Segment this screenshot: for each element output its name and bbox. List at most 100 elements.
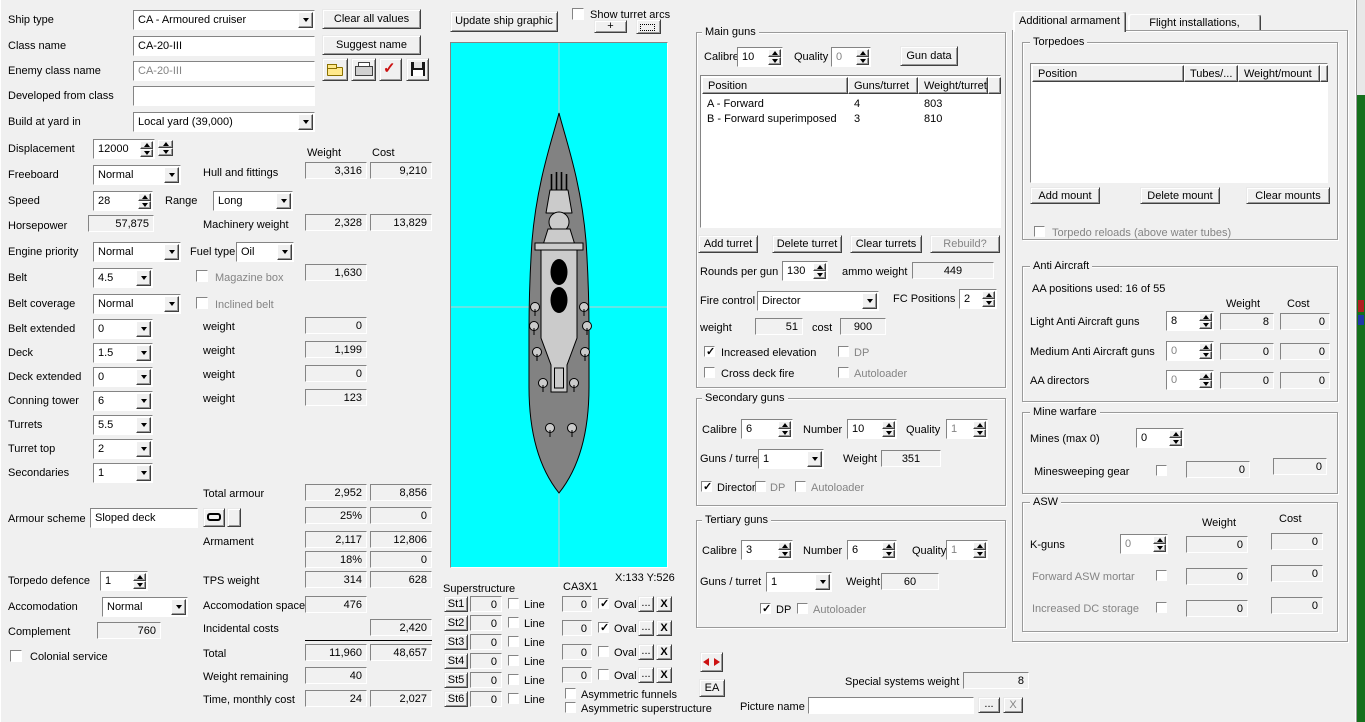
add-mount-button[interactable]: Add mount xyxy=(1030,187,1100,204)
ter-dp-checkbox[interactable] xyxy=(760,603,771,614)
forward-asw-mortar-checkbox[interactable] xyxy=(1156,570,1167,581)
torp-col-position-header[interactable]: Position xyxy=(1032,65,1184,82)
chevron-down-icon[interactable] xyxy=(164,167,179,183)
spin-down-icon[interactable] xyxy=(778,550,791,558)
chevron-down-icon[interactable] xyxy=(136,465,151,481)
sec-director-checkbox[interactable] xyxy=(701,481,712,492)
chevron-down-icon[interactable] xyxy=(136,417,151,433)
light-aa-spinner[interactable]: 8 xyxy=(1166,311,1214,331)
spin-down-icon[interactable] xyxy=(813,271,826,279)
spin-down-icon[interactable] xyxy=(1153,544,1166,552)
kguns-spinner[interactable]: 0 xyxy=(1120,534,1168,554)
oval1-checkbox[interactable] xyxy=(598,598,609,609)
oval3-checkbox[interactable] xyxy=(598,646,609,657)
spin-down-icon[interactable] xyxy=(1199,351,1212,359)
fire-control-combo[interactable]: Director xyxy=(757,291,879,311)
st4-field[interactable]: 0 xyxy=(470,653,502,669)
st3-field[interactable]: 0 xyxy=(470,634,502,650)
oval2-field[interactable]: 0 xyxy=(562,620,592,636)
col-guns-header[interactable]: Guns/turret xyxy=(848,77,918,94)
chevron-down-icon[interactable] xyxy=(136,441,151,457)
st4-button[interactable]: St4 xyxy=(444,653,468,669)
st6-field[interactable]: 0 xyxy=(470,691,502,707)
sec-dp-checkbox[interactable] xyxy=(755,481,766,492)
spin-up-icon[interactable] xyxy=(1153,536,1166,544)
spin-up-icon[interactable] xyxy=(768,49,781,57)
asymmetric-superstructure-checkbox[interactable] xyxy=(565,702,576,713)
displacement-fine-spinner[interactable] xyxy=(158,139,173,159)
st5-line-checkbox[interactable] xyxy=(508,674,519,685)
spin-up-icon[interactable] xyxy=(138,193,151,201)
st1-field[interactable]: 0 xyxy=(470,596,502,612)
oval1-field[interactable]: 0 xyxy=(562,596,592,612)
spin-down-icon[interactable] xyxy=(973,429,986,437)
belt-coverage-combo[interactable]: Normal xyxy=(93,294,181,314)
spin-up-icon[interactable] xyxy=(882,542,895,550)
chevron-down-icon[interactable] xyxy=(171,599,186,615)
oval4-field[interactable]: 0 xyxy=(562,667,592,683)
clear-turrets-button[interactable]: Clear turrets xyxy=(850,235,922,253)
st5-field[interactable]: 0 xyxy=(470,672,502,688)
st2-button[interactable]: St2 xyxy=(444,615,468,631)
turrets-combo[interactable]: 5.5 xyxy=(93,415,153,435)
main-dp-checkbox[interactable] xyxy=(838,346,849,357)
tab-additional-armament[interactable]: Additional armament xyxy=(1013,11,1126,32)
validate-button[interactable]: ✓ xyxy=(379,58,402,81)
picture-clear-button[interactable]: X xyxy=(1003,697,1023,713)
chevron-down-icon[interactable] xyxy=(277,244,292,260)
freeboard-combo[interactable]: Normal xyxy=(93,165,181,185)
chevron-down-icon[interactable] xyxy=(136,369,151,385)
tab-flight-installations[interactable]: Flight installations, missiles xyxy=(1128,14,1261,30)
st5-button[interactable]: St5 xyxy=(444,672,468,688)
range-combo[interactable]: Long xyxy=(213,191,293,211)
belt-combo[interactable]: 4.5 xyxy=(93,268,153,288)
spin-up-icon[interactable] xyxy=(1199,313,1212,321)
torp-col-weight-header[interactable]: Weight/mount xyxy=(1238,65,1320,82)
oval3-browse-button[interactable]: ... xyxy=(638,644,654,660)
spin-up-icon[interactable] xyxy=(133,573,146,581)
developed-from-input[interactable] xyxy=(133,86,315,106)
show-turret-arcs-checkbox[interactable] xyxy=(572,8,584,20)
spin-down-icon[interactable] xyxy=(768,57,781,65)
spin-down-icon[interactable] xyxy=(982,299,995,307)
enemy-class-input[interactable]: CA-20-III xyxy=(133,61,315,81)
mines-spinner[interactable]: 0 xyxy=(1136,428,1184,448)
armour-scheme-picker-button[interactable] xyxy=(203,508,225,527)
spin-down-icon[interactable] xyxy=(882,550,895,558)
chevron-down-icon[interactable] xyxy=(862,293,877,309)
increased-dc-storage-checkbox[interactable] xyxy=(1156,602,1167,613)
suggest-name-button[interactable]: Suggest name xyxy=(322,35,421,55)
turret-row-guns[interactable]: 3 xyxy=(854,113,860,125)
minesweeping-checkbox[interactable] xyxy=(1156,465,1167,476)
belt-extended-combo[interactable]: 0 xyxy=(93,319,153,339)
oval3-delete-button[interactable]: X xyxy=(656,644,672,660)
build-yard-combo[interactable]: Local yard (39,000) xyxy=(133,112,315,132)
oval2-browse-button[interactable]: ... xyxy=(638,620,654,636)
oval2-delete-button[interactable]: X xyxy=(656,620,672,636)
asymmetric-funnels-checkbox[interactable] xyxy=(565,688,576,699)
gun-data-button[interactable]: Gun data xyxy=(900,46,958,66)
turret-row-position[interactable]: A - Forward xyxy=(707,98,764,110)
main-autoloader-checkbox[interactable] xyxy=(838,367,849,378)
spin-up-icon[interactable] xyxy=(1199,343,1212,351)
st1-button[interactable]: St1 xyxy=(444,596,468,612)
st3-button[interactable]: St3 xyxy=(444,634,468,650)
magazine-box-checkbox[interactable] xyxy=(196,270,208,282)
chevron-down-icon[interactable] xyxy=(298,114,313,130)
fuel-type-combo[interactable]: Oil xyxy=(236,242,294,262)
chevron-down-icon[interactable] xyxy=(136,393,151,409)
deck-extended-combo[interactable]: 0 xyxy=(93,367,153,387)
spin-down-icon[interactable] xyxy=(1199,380,1212,388)
zoom-plus-button[interactable]: + xyxy=(594,20,627,33)
colonial-service-checkbox[interactable] xyxy=(10,650,22,662)
st6-button[interactable]: St6 xyxy=(444,691,468,707)
spin-up-icon[interactable] xyxy=(158,140,173,148)
sec-quality-spinner[interactable]: 1 xyxy=(946,419,988,439)
picture-name-input[interactable] xyxy=(808,697,974,714)
spin-down-icon[interactable] xyxy=(778,429,791,437)
print-button[interactable] xyxy=(351,58,376,81)
main-calibre-spinner[interactable]: 10 xyxy=(737,47,783,67)
displacement-spinner[interactable]: 12000 xyxy=(93,139,155,159)
oval1-browse-button[interactable]: ... xyxy=(638,596,654,612)
class-name-input[interactable]: CA-20-III xyxy=(133,36,315,56)
